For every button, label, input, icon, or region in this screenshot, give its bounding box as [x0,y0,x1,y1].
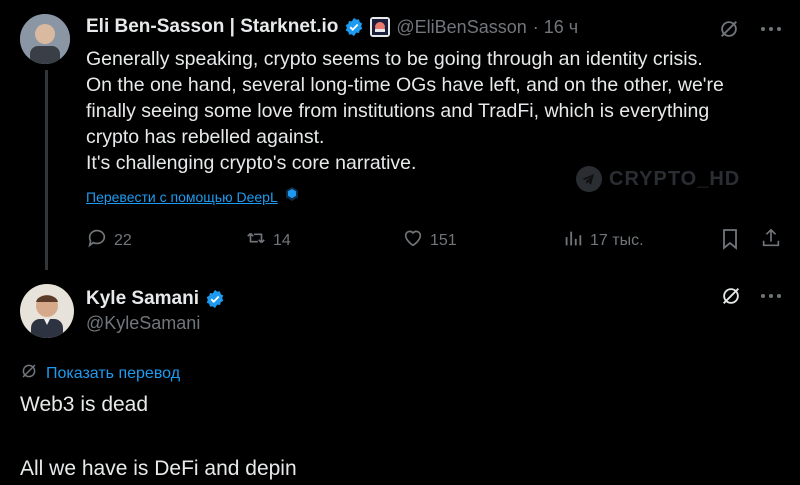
show-translation-label: Показать перевод [46,364,181,382]
tweet1-text: Generally speaking, crypto seems to be g… [86,46,724,176]
thread-connector [45,70,48,270]
share-icon[interactable] [760,227,782,249]
tweet-time[interactable]: · 16 ч [533,17,578,38]
like-icon [402,227,424,254]
affiliate-badge-icon[interactable] [370,17,391,37]
reply-icon [86,227,108,254]
tweet2-header: Kyle Samani [86,288,225,310]
translate-icon [20,362,38,385]
grok-icon[interactable] [720,285,742,307]
grok-icon[interactable] [718,18,740,40]
author-handle[interactable]: @EliBenSasson [396,17,526,38]
reply-button[interactable]: 22 [86,227,132,254]
show-translation-button[interactable]: Показать перевод [20,362,180,385]
tweet-line: Generally speaking, crypto seems to be g… [86,48,703,70]
tweet-line: On the one hand, several long-time OGs h… [86,74,724,96]
watermark: CRYPTO_HD [575,165,740,193]
reply-count: 22 [114,231,132,249]
verified-icon [344,17,364,37]
more-icon[interactable] [760,26,782,32]
tweet-line: finally seeing some love from institutio… [86,100,710,122]
deepl-icon [284,186,300,207]
avatar-eli[interactable] [20,14,70,64]
avatar-kyle[interactable] [20,284,74,338]
like-button[interactable]: 151 [402,227,457,254]
tweet1-header: Eli Ben-Sasson | Starknet.io @EliBenSass… [86,16,578,38]
translate-deepl-link[interactable]: Перевести с помощью DeepL [86,189,278,205]
views-count: 17 тыс. [590,231,644,249]
like-count: 151 [430,231,457,249]
translate-row: Перевести с помощью DeepL [86,186,300,207]
tweet2-line: Web3 is dead [20,393,149,416]
author-name[interactable]: Eli Ben-Sasson | Starknet.io [86,16,338,38]
views-icon [562,227,584,254]
tweet2-line: All we have is DeFi and depin [20,457,297,480]
watermark-text: CRYPTO_HD [609,167,741,190]
author-name[interactable]: Kyle Samani [86,288,199,310]
repost-button[interactable]: 14 [245,227,291,254]
bookmark-icon[interactable] [720,228,740,250]
repost-count: 14 [273,231,291,249]
views-button[interactable]: 17 тыс. [562,227,644,254]
verified-icon [205,289,225,309]
repost-icon [245,227,267,254]
author-handle[interactable]: @KyleSamani [86,313,200,334]
tweet-line: crypto has rebelled against. [86,126,325,148]
more-icon[interactable] [760,293,782,299]
